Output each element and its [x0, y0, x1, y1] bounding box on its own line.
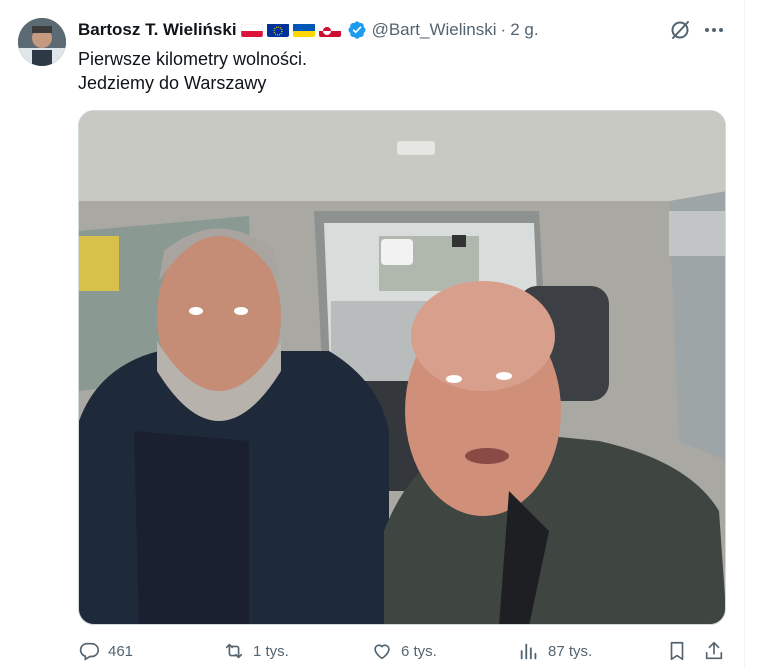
- grok-icon[interactable]: [668, 18, 692, 42]
- separator-dot: ·: [500, 20, 507, 39]
- tweet-text-line-1: Pierwsze kilometry wolności.: [78, 49, 308, 69]
- share-button[interactable]: [703, 640, 725, 662]
- ukraine-flag-icon: [292, 23, 315, 37]
- views-chart-icon: [520, 643, 537, 660]
- reply-count: 461: [108, 642, 134, 660]
- bookmark-button[interactable]: [666, 640, 688, 662]
- photo-illustration: [79, 111, 725, 624]
- views-count: 87 tys.: [548, 642, 593, 660]
- like-button[interactable]: 6 tys.: [371, 640, 437, 662]
- verified-badge-icon[interactable]: [347, 20, 367, 40]
- reply-icon: [79, 642, 99, 661]
- column-divider: [744, 0, 745, 668]
- author-handle[interactable]: @Bart_Wielinski: [372, 20, 497, 40]
- avatar[interactable]: [18, 18, 66, 66]
- tweet-photo[interactable]: [78, 110, 726, 625]
- reply-button[interactable]: 461: [78, 640, 133, 662]
- tweet-action-bar: 461 1 tys. 6 tys. 87 tys.: [78, 640, 726, 668]
- more-options-icon[interactable]: [702, 18, 726, 42]
- repost-button[interactable]: 1 tys.: [223, 640, 289, 662]
- like-count: 6 tys.: [401, 642, 437, 660]
- tweet-header: Bartosz T. Wieliński @Bart_Wielinski · 2…: [78, 19, 539, 41]
- timestamp[interactable]: 2 g.: [510, 20, 538, 40]
- author-name[interactable]: Bartosz T. Wieliński: [78, 20, 237, 40]
- poland-flag-icon: [240, 23, 263, 37]
- bookmark-icon: [670, 641, 684, 661]
- repost-count: 1 tys.: [253, 642, 289, 660]
- heart-icon: [374, 644, 390, 660]
- tweet-text-line-2: Jedziemy do Warszawy: [78, 73, 267, 93]
- share-icon: [705, 641, 723, 660]
- views-button[interactable]: 87 tys.: [518, 640, 592, 662]
- greenland-flag-icon: [318, 23, 341, 37]
- repost-icon: [225, 643, 243, 659]
- tweet-text: Pierwsze kilometry wolności. Jedziemy do…: [78, 47, 307, 95]
- eu-flag-icon: [266, 23, 289, 37]
